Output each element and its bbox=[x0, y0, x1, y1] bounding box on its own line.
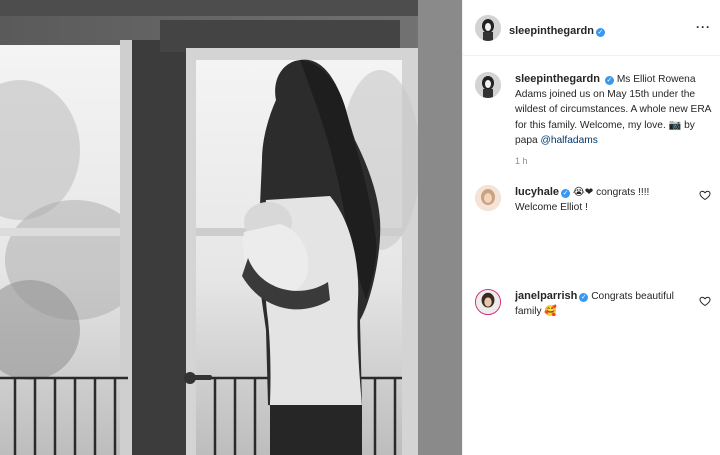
heart-outline-icon[interactable] bbox=[699, 295, 711, 307]
caption-avatar[interactable] bbox=[475, 72, 501, 98]
photo-illustration bbox=[0, 0, 462, 455]
author-avatar[interactable] bbox=[475, 15, 501, 41]
verified-badge-icon: ✓ bbox=[579, 293, 589, 302]
caption-mention-link[interactable]: @halfadams bbox=[541, 135, 598, 146]
caption-text: sleepinthegardn ✓ Ms Elliot Rowena Adams … bbox=[515, 72, 713, 148]
author-username[interactable]: sleepinthegardn bbox=[509, 25, 594, 37]
comment-text: janelparrish ✓ Congrats beautiful family … bbox=[515, 289, 685, 319]
more-options-icon[interactable]: ··· bbox=[696, 20, 711, 34]
avatar-image bbox=[475, 185, 501, 211]
avatar-image bbox=[475, 72, 501, 98]
comment-item: lucyhale ✓ 😭❤ congrats !!!! Welcome Ellio… bbox=[475, 185, 711, 225]
commenter-avatar[interactable] bbox=[475, 289, 501, 315]
comment-item: janelparrish ✓ Congrats beautiful family … bbox=[475, 289, 711, 329]
verified-badge-icon: ✓ bbox=[604, 76, 614, 85]
verified-badge-icon: ✓ bbox=[561, 189, 571, 198]
comment-username[interactable]: janelparrish bbox=[515, 290, 577, 302]
comment-text: lucyhale ✓ 😭❤ congrats !!!! Welcome Ellio… bbox=[515, 185, 685, 215]
commenter-avatar[interactable] bbox=[475, 185, 501, 211]
post-side-panel: sleepinthegardn ✓ ··· sleepinthegardn ✓ Ms… bbox=[462, 0, 720, 455]
comment-username[interactable]: lucyhale bbox=[515, 186, 559, 198]
post-timestamp[interactable]: 1 h bbox=[515, 156, 528, 166]
avatar-image bbox=[476, 290, 500, 314]
header-user: sleepinthegardn ✓ bbox=[509, 21, 605, 39]
post-header: sleepinthegardn ✓ ··· bbox=[463, 0, 720, 56]
camera-emoji: 📷 bbox=[668, 119, 682, 131]
avatar-image bbox=[475, 15, 501, 41]
verified-badge-icon: ✓ bbox=[595, 28, 605, 37]
post-photo[interactable] bbox=[0, 0, 462, 455]
caption-username[interactable]: sleepinthegardn bbox=[515, 73, 600, 85]
heart-outline-icon[interactable] bbox=[699, 189, 711, 201]
